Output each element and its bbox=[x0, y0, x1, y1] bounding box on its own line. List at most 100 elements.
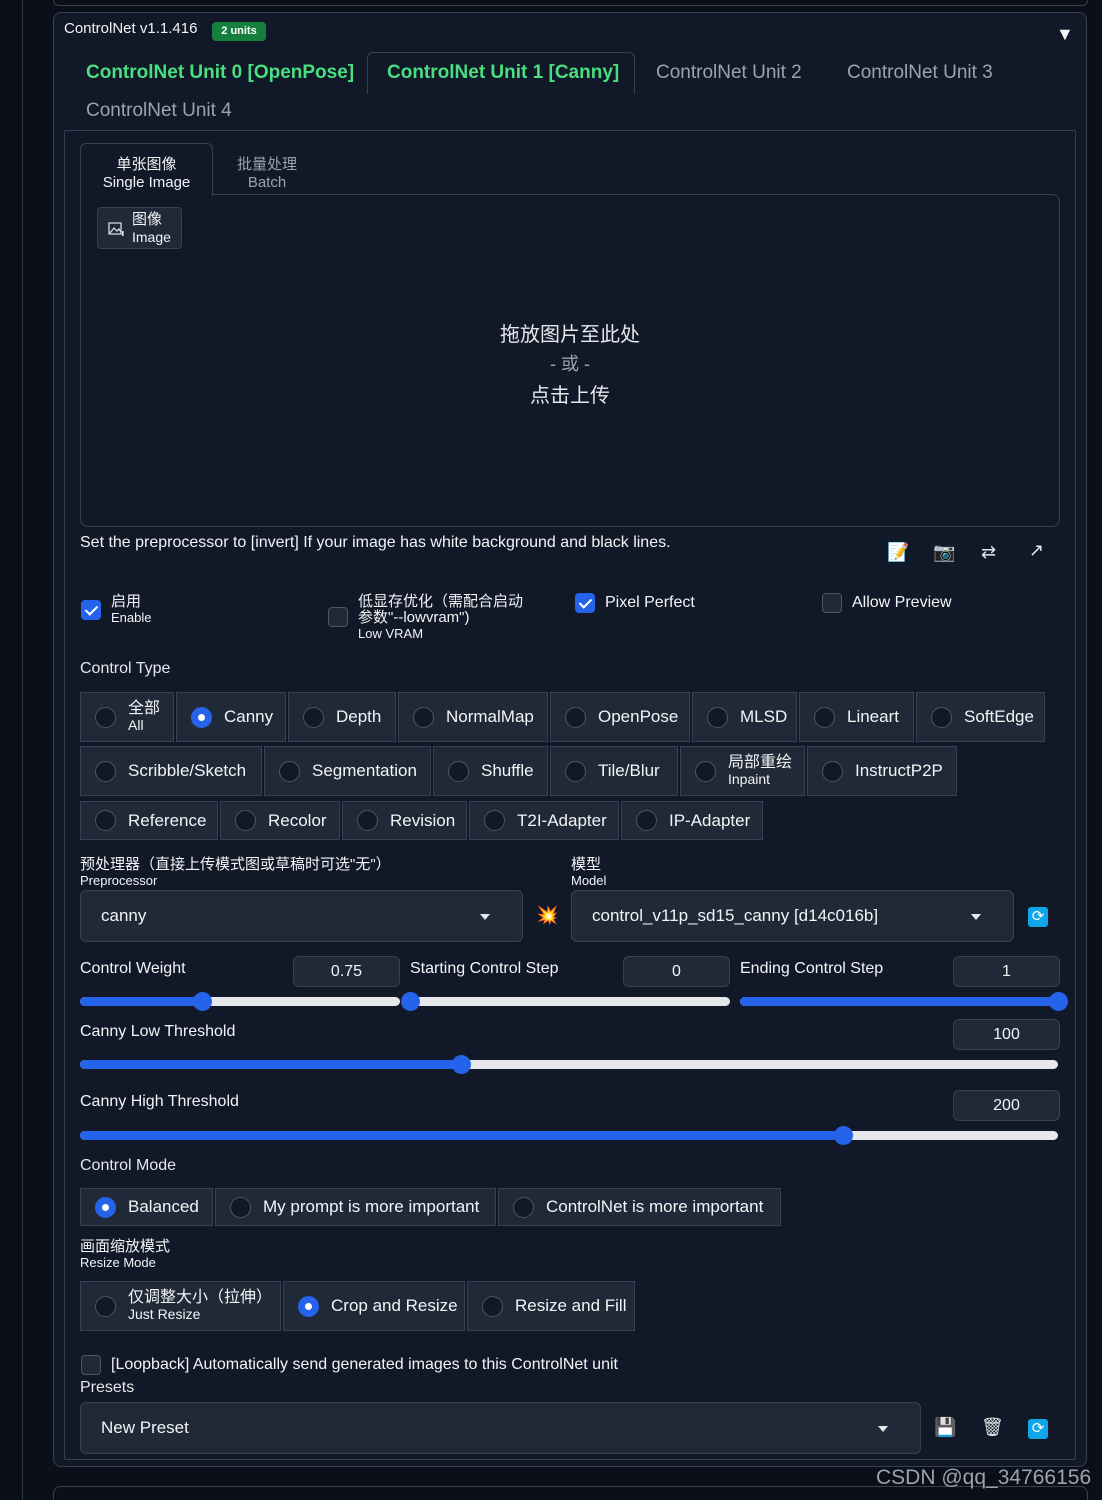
control-type-label: Depth bbox=[336, 707, 382, 726]
control-type-scribble[interactable]: Scribble/Sketch bbox=[80, 746, 262, 796]
canny-low-slider[interactable] bbox=[80, 1055, 1058, 1074]
control-type-label: Segmentation bbox=[312, 761, 417, 780]
control-weight-slider[interactable] bbox=[80, 992, 400, 1011]
pixel-perfect-label: Pixel Perfect bbox=[605, 594, 695, 611]
control-type-all[interactable]: 全部 All bbox=[80, 692, 174, 742]
panel-title[interactable]: ControlNet v1.1.416 bbox=[64, 20, 197, 37]
loopback-checkbox[interactable] bbox=[81, 1355, 101, 1375]
control-type-openpose[interactable]: OpenPose bbox=[550, 692, 690, 742]
tab-unit-0[interactable]: ControlNet Unit 0 [OpenPose] bbox=[86, 62, 354, 84]
slider-thumb[interactable] bbox=[401, 992, 420, 1011]
control-mode-controlnet[interactable]: ControlNet is more important bbox=[498, 1188, 781, 1226]
control-mode-prompt[interactable]: My prompt is more important bbox=[215, 1188, 496, 1226]
control-type-instructp2p[interactable]: InstructP2P bbox=[807, 746, 957, 796]
control-type-ip-adapter[interactable]: IP-Adapter bbox=[621, 801, 763, 840]
resize-and-fill[interactable]: Resize and Fill bbox=[467, 1281, 635, 1331]
tab-single-image[interactable]: 单张图像 Single Image bbox=[80, 156, 213, 192]
control-type-tile-blur[interactable]: Tile/Blur bbox=[550, 746, 678, 796]
starting-step-input[interactable]: 0 bbox=[623, 956, 730, 987]
send-dimensions-icon[interactable]: ↗ bbox=[1029, 540, 1044, 561]
slider-thumb[interactable] bbox=[192, 992, 212, 1011]
tab-unit-3[interactable]: ControlNet Unit 3 bbox=[847, 62, 993, 84]
drop-text-line3: 点击上传 bbox=[530, 385, 610, 407]
tab-unit-1[interactable]: ControlNet Unit 1 [Canny] bbox=[387, 62, 619, 84]
preprocessor-dropdown[interactable]: canny bbox=[80, 890, 523, 942]
tab-batch-cn: 批量处理 bbox=[236, 156, 297, 173]
preprocessor-label-cn: 预处理器（直接上传模式图或草稿时可选"无"） bbox=[80, 856, 391, 873]
chevron-down-icon bbox=[878, 1426, 888, 1432]
control-type-segmentation[interactable]: Segmentation bbox=[264, 746, 431, 796]
control-type-label: Recolor bbox=[268, 810, 327, 830]
preprocessor-label: 预处理器（直接上传模式图或草稿时可选"无"） Preprocessor bbox=[80, 856, 391, 889]
low-vram-checkbox[interactable] bbox=[328, 607, 348, 627]
resize-just-resize[interactable]: 仅调整大小（拉伸） Just Resize bbox=[80, 1281, 281, 1331]
allow-preview-checkbox[interactable] bbox=[822, 593, 842, 613]
swap-icon[interactable]: ⇄ bbox=[981, 542, 996, 563]
canny-high-slider[interactable] bbox=[80, 1126, 1058, 1145]
control-type-depth[interactable]: Depth bbox=[288, 692, 396, 742]
allow-preview-label: Allow Preview bbox=[852, 594, 952, 611]
control-type-title: Control Type bbox=[80, 660, 171, 677]
resize-crop-and-resize[interactable]: Crop and Resize bbox=[283, 1281, 465, 1331]
radio-circle bbox=[279, 760, 300, 782]
presets-dropdown[interactable]: New Preset bbox=[80, 1402, 921, 1454]
control-type-mlsd[interactable]: MLSD bbox=[692, 692, 797, 742]
canny-low-label: Canny Low Threshold bbox=[80, 1023, 236, 1040]
preprocessor-label-en: Preprocessor bbox=[80, 873, 158, 888]
control-type-inpaint[interactable]: 局部重绘 Inpaint bbox=[680, 746, 805, 796]
control-type-reference[interactable]: Reference bbox=[80, 801, 218, 840]
radio-circle bbox=[814, 706, 835, 728]
control-type-label: MLSD bbox=[740, 707, 788, 726]
ending-step-slider[interactable] bbox=[740, 992, 1068, 1011]
camera-icon[interactable]: 📷 bbox=[933, 542, 955, 563]
drop-text-or: - 或 - bbox=[550, 354, 590, 374]
starting-step-label: Starting Control Step bbox=[410, 960, 559, 977]
resize-mode-title-cn: 画面缩放模式 bbox=[80, 1238, 171, 1255]
control-type-label: Revision bbox=[390, 810, 456, 830]
control-type-shuffle[interactable]: Shuffle bbox=[433, 746, 548, 796]
control-mode-label: ControlNet is more important bbox=[546, 1197, 764, 1216]
control-weight-input[interactable]: 0.75 bbox=[293, 956, 400, 987]
control-type-canny[interactable]: Canny bbox=[176, 692, 286, 742]
radio-circle bbox=[565, 706, 586, 728]
slider-fill bbox=[80, 1131, 843, 1140]
refresh-models-icon[interactable]: ⟳ bbox=[1028, 907, 1048, 927]
control-mode-balanced[interactable]: Balanced bbox=[80, 1188, 213, 1226]
canny-low-input[interactable]: 100 bbox=[953, 1019, 1060, 1050]
chevron-down-icon bbox=[971, 914, 981, 920]
control-type-t2i-adapter[interactable]: T2I-Adapter bbox=[469, 801, 619, 840]
radio-circle bbox=[303, 706, 324, 728]
collapse-toggle-icon[interactable]: ▼ bbox=[1056, 24, 1074, 45]
radio-circle bbox=[448, 760, 469, 782]
enable-label: 启用 Enable bbox=[111, 594, 151, 626]
control-type-softedge[interactable]: SoftEdge bbox=[916, 692, 1045, 742]
control-type-normalmap[interactable]: NormalMap bbox=[398, 692, 548, 742]
control-mode-label: My prompt is more important bbox=[263, 1197, 480, 1216]
tab-unit-2[interactable]: ControlNet Unit 2 bbox=[656, 62, 802, 84]
starting-step-slider[interactable] bbox=[401, 992, 730, 1011]
radio-circle bbox=[95, 810, 116, 831]
control-type-revision[interactable]: Revision bbox=[342, 801, 467, 840]
edit-icon[interactable]: 📝 bbox=[887, 542, 909, 563]
slider-thumb[interactable] bbox=[1049, 992, 1068, 1011]
tab-batch[interactable]: 批量处理 Batch bbox=[222, 156, 312, 192]
run-preprocessor-icon[interactable]: 💥 bbox=[536, 905, 558, 926]
model-dropdown[interactable]: control_v11p_sd15_canny [d14c016b] bbox=[571, 890, 1014, 942]
tab-unit-4[interactable]: ControlNet Unit 4 bbox=[86, 100, 232, 122]
control-type-lineart[interactable]: Lineart bbox=[799, 692, 914, 742]
image-label: 图像 Image bbox=[97, 207, 182, 249]
refresh-presets-icon[interactable]: ⟳ bbox=[1028, 1419, 1048, 1439]
control-type-inpaint-label: 局部重绘 Inpaint bbox=[728, 755, 792, 788]
enable-checkbox[interactable] bbox=[81, 600, 101, 620]
slider-thumb[interactable] bbox=[833, 1126, 853, 1145]
pixel-perfect-checkbox[interactable] bbox=[575, 593, 595, 613]
delete-preset-icon[interactable]: 🗑 bbox=[981, 1417, 1004, 1438]
radio-circle bbox=[357, 810, 378, 831]
save-preset-icon[interactable]: 💾 bbox=[934, 1417, 956, 1438]
radio-circle bbox=[482, 1295, 503, 1317]
ending-step-input[interactable]: 1 bbox=[953, 956, 1060, 987]
control-type-recolor[interactable]: Recolor bbox=[220, 801, 340, 840]
radio-circle bbox=[95, 760, 116, 782]
canny-high-input[interactable]: 200 bbox=[953, 1090, 1060, 1121]
chevron-down-icon bbox=[480, 914, 490, 920]
